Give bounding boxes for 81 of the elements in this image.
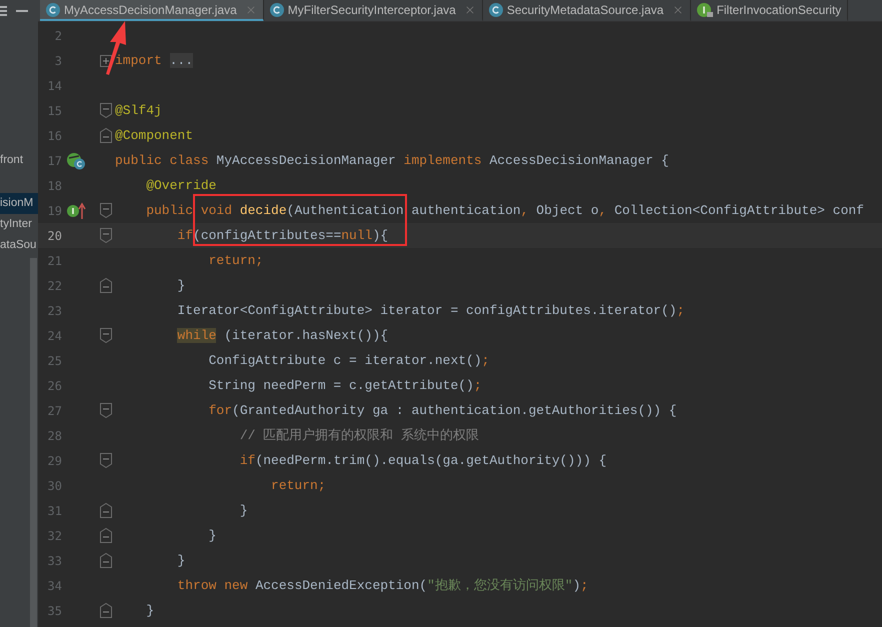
- code-line: return;: [208, 252, 264, 270]
- class-icon: [488, 2, 503, 16]
- collapse-fold-icon[interactable]: [100, 228, 112, 243]
- code-line: while (iterator.hasNext()){: [176, 326, 388, 345]
- menu-icon[interactable]: [0, 5, 8, 17]
- line-number: 22: [48, 278, 62, 294]
- line-number: 20: [48, 228, 62, 244]
- code-line: }: [145, 602, 154, 620]
- line-number: 27: [48, 402, 62, 420]
- line-number: 18: [48, 178, 62, 194]
- editor-tab[interactable]: MyAccessDecisionManager.java: [40, 0, 264, 21]
- code-line: }: [176, 276, 186, 295]
- line-number: 21: [48, 252, 62, 270]
- project-tree-item[interactable]: ataSou: [0, 235, 38, 256]
- line-number: 15: [48, 102, 62, 120]
- editor-tab[interactable]: MyFilterSecurityInterceptor.java: [264, 0, 483, 21]
- editor-tab[interactable]: FilterInvocationSecurity: [690, 0, 848, 21]
- fold-end-icon[interactable]: [100, 278, 112, 293]
- code-line: throw new AccessDeniedException("抱歉，您没有访问权限");: [176, 576, 588, 595]
- line-number: 33: [48, 552, 62, 570]
- line-number: 28: [48, 428, 62, 444]
- project-tree-item[interactable]: front: [0, 150, 38, 171]
- line-number: 32: [48, 528, 62, 544]
- line-number: 19: [48, 202, 62, 220]
- fold-end-icon[interactable]: [100, 528, 112, 543]
- editor-tab[interactable]: SecurityMetadataSource.java: [482, 0, 691, 21]
- fold-end-icon[interactable]: [100, 603, 112, 618]
- fold-end-icon[interactable]: [100, 128, 112, 143]
- interface-icon: [696, 2, 713, 16]
- code-line: String needPerm = c.getAttribute();: [208, 376, 482, 395]
- minimize-icon[interactable]: [16, 9, 28, 13]
- collapse-fold-icon[interactable]: [100, 403, 112, 418]
- code-line: }: [208, 526, 216, 545]
- project-tree-item[interactable]: isionM: [0, 193, 38, 214]
- fold-end-icon[interactable]: [100, 503, 112, 518]
- code-line: public class MyAccessDecisionManager implements AccessDecisionManager {: [114, 152, 669, 170]
- line-number: 3: [54, 52, 62, 70]
- code-line: @Component: [114, 126, 194, 145]
- code-line: }: [176, 552, 186, 570]
- code-line: if(needPerm.trim().equals(ga.getAuthority())) {: [238, 452, 606, 470]
- class-icon: [270, 2, 284, 16]
- implemented-class-icon[interactable]: [66, 152, 86, 170]
- collapse-fold-icon[interactable]: [100, 103, 112, 118]
- tab-label: SecurityMetadataSource.java: [506, 2, 664, 18]
- code-line: }: [238, 502, 248, 520]
- code-line: import ...: [114, 52, 194, 70]
- line-number: 34: [48, 578, 62, 594]
- code-line: @Override: [145, 176, 216, 195]
- line-number: 17: [48, 152, 62, 170]
- close-icon[interactable]: [464, 4, 476, 16]
- line-number: 23: [48, 302, 62, 320]
- collapse-fold-icon[interactable]: [100, 328, 112, 343]
- code-line: ConfigAttribute c = iterator.next();: [208, 352, 490, 370]
- implements-method-icon[interactable]: [66, 202, 86, 220]
- close-icon[interactable]: [672, 4, 684, 16]
- fold-end-icon[interactable]: [100, 553, 112, 568]
- line-number: 2: [54, 28, 62, 44]
- line-number: 35: [48, 602, 62, 620]
- project-tree-item[interactable]: tyInter: [0, 214, 38, 235]
- code-line: // 匹配用户拥有的权限和 系统中的权限: [238, 426, 480, 445]
- class-icon: [46, 2, 60, 16]
- code-line: @Slf4j: [114, 102, 162, 120]
- code-line: if(configAttributes==null){: [176, 226, 388, 245]
- line-number: 30: [48, 478, 62, 494]
- line-number: 29: [48, 452, 62, 470]
- tab-label: MyFilterSecurityInterceptor.java: [288, 2, 456, 18]
- scrollbar[interactable]: [30, 258, 37, 627]
- line-number: 26: [48, 378, 62, 394]
- tab-label: MyAccessDecisionManager.java: [64, 2, 237, 18]
- code-line: public void decide(Authentication authentication, Object o, Collection<ConfigAttribute> conf: [145, 202, 864, 220]
- line-number: 24: [48, 328, 62, 344]
- collapse-fold-icon[interactable]: [100, 203, 112, 218]
- line-number: 25: [48, 352, 62, 370]
- tab-label: FilterInvocationSecurity: [716, 2, 842, 18]
- collapse-fold-icon[interactable]: [100, 453, 112, 468]
- line-number: 14: [48, 78, 62, 94]
- line-number: 31: [48, 502, 62, 520]
- line-number: 16: [48, 128, 62, 144]
- code-line: for(GrantedAuthority ga : authentication.getAuthorities()) {: [208, 402, 677, 420]
- code-line: Iterator<ConfigAttribute> iterator = configAttributes.iterator();: [176, 302, 685, 320]
- code-line: return;: [270, 476, 326, 495]
